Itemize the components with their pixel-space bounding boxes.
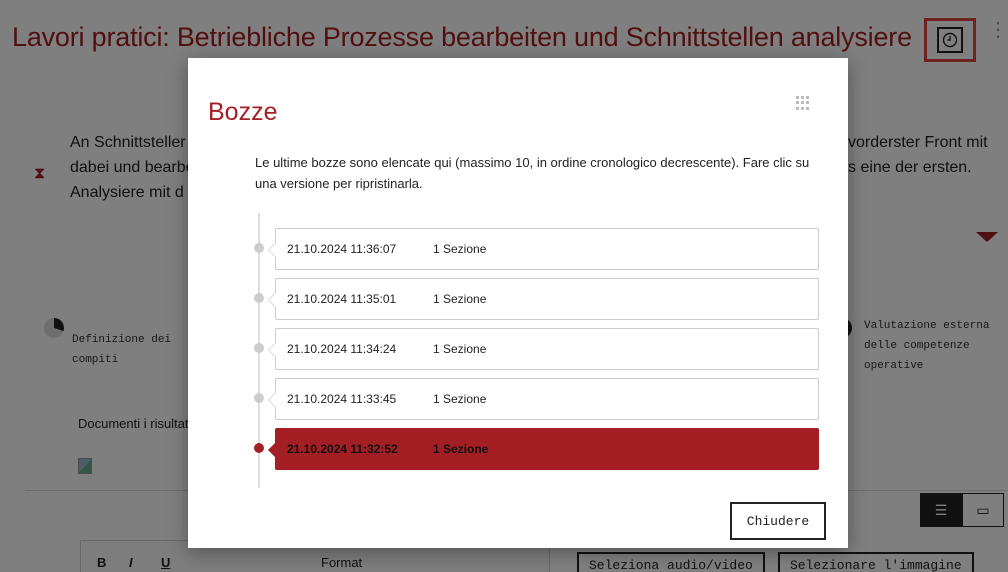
timeline-dot-active — [254, 443, 264, 453]
draft-item: 21.10.2024 11:33:45 1 Sezione — [254, 378, 820, 420]
draft-card[interactable]: 21.10.2024 11:35:01 1 Sezione — [268, 278, 819, 320]
draft-date: 21.10.2024 11:35:01 — [287, 292, 397, 306]
draft-sections: 1 Sezione — [433, 442, 489, 456]
draft-sections: 1 Sezione — [433, 392, 487, 406]
timeline-dot — [254, 393, 264, 403]
draft-card[interactable]: 21.10.2024 11:34:24 1 Sezione — [268, 328, 819, 370]
draft-sections: 1 Sezione — [433, 242, 487, 256]
draft-card-active[interactable]: 21.10.2024 11:32:52 1 Sezione — [268, 428, 819, 470]
timeline-dot — [254, 293, 264, 303]
draft-sections: 1 Sezione — [433, 292, 487, 306]
draft-date: 21.10.2024 11:34:24 — [287, 342, 397, 356]
draft-sections: 1 Sezione — [433, 342, 487, 356]
draft-item: 21.10.2024 11:36:07 1 Sezione — [254, 228, 820, 270]
draft-card[interactable]: 21.10.2024 11:36:07 1 Sezione — [268, 228, 819, 270]
drafts-dialog: Bozze Le ultime bozze sono elencate qui … — [188, 58, 848, 548]
close-button[interactable]: Chiudere — [730, 502, 826, 540]
draft-date: 21.10.2024 11:33:45 — [287, 392, 397, 406]
draft-item-active: 21.10.2024 11:32:52 1 Sezione — [254, 428, 820, 470]
draft-item: 21.10.2024 11:35:01 1 Sezione — [254, 278, 820, 320]
grid-dots-icon[interactable] — [796, 96, 810, 110]
draft-item: 21.10.2024 11:34:24 1 Sezione — [254, 328, 820, 370]
dialog-title: Bozze — [208, 98, 278, 126]
timeline-dot — [254, 243, 264, 253]
draft-date: 21.10.2024 11:36:07 — [287, 242, 397, 256]
dialog-description: Le ultime bozze sono elencate qui (massi… — [255, 155, 810, 191]
draft-card[interactable]: 21.10.2024 11:33:45 1 Sezione — [268, 378, 819, 420]
timeline-dot — [254, 343, 264, 353]
draft-date: 21.10.2024 11:32:52 — [287, 442, 398, 456]
